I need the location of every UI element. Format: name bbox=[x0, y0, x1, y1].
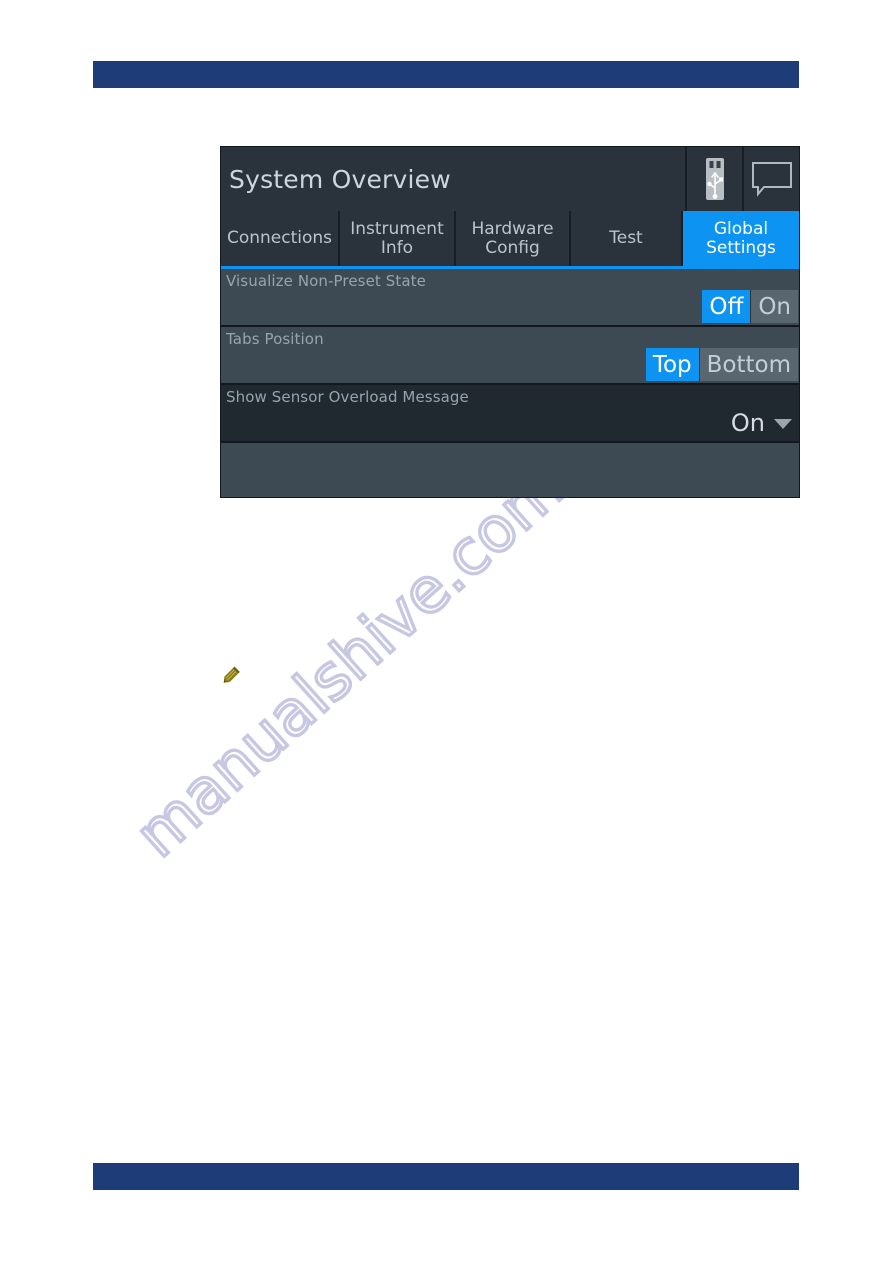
setting-row-empty bbox=[221, 443, 799, 497]
setting-row-tabs-position: Tabs Position Top Bottom bbox=[221, 327, 799, 385]
segment-bottom-label: Bottom bbox=[706, 351, 791, 378]
chevron-down-icon bbox=[774, 419, 792, 429]
setting-row-show-sensor-overload-message: Show Sensor Overload Message On bbox=[221, 385, 799, 443]
segmented-control-tabs-position: Top Bottom bbox=[645, 348, 798, 381]
usb-stick-icon bbox=[705, 158, 724, 200]
tab-instrument-info-label: Instrument Info bbox=[350, 219, 444, 258]
message-bubble-icon bbox=[751, 162, 792, 197]
dropdown-value: On bbox=[730, 408, 765, 437]
watermark-text: manualshive.com bbox=[121, 450, 577, 871]
dropdown-inner: On bbox=[731, 406, 798, 439]
tab-bar: Connections Instrument Info Hardware Con… bbox=[221, 211, 799, 269]
segment-bottom[interactable]: Bottom bbox=[698, 348, 798, 381]
panel-titlebar: System Overview bbox=[221, 147, 799, 211]
tab-test-label: Test bbox=[609, 228, 643, 249]
setting-label-visualize-non-preset-state: Visualize Non-Preset State bbox=[226, 272, 426, 290]
setting-label-show-sensor-overload-message: Show Sensor Overload Message bbox=[226, 388, 469, 406]
page-title: System Overview bbox=[229, 164, 451, 194]
segmented-control-visualize-non-preset-state: Off On bbox=[702, 290, 798, 323]
pencil-note-icon bbox=[223, 666, 240, 683]
tab-connections-label: Connections bbox=[226, 228, 333, 249]
page-header-bar bbox=[93, 61, 799, 88]
settings-list: Visualize Non-Preset State Off On Tabs P… bbox=[221, 269, 799, 497]
tab-hardware-config-label: Hardware Config bbox=[471, 219, 554, 258]
segment-on[interactable]: On bbox=[750, 290, 798, 323]
segment-top-label: Top bbox=[652, 351, 692, 378]
tab-instrument-info[interactable]: Instrument Info bbox=[340, 211, 456, 266]
setting-label-tabs-position: Tabs Position bbox=[226, 330, 324, 348]
watermark: manualshive.com bbox=[119, 440, 770, 960]
setting-row-visualize-non-preset-state: Visualize Non-Preset State Off On bbox=[221, 269, 799, 327]
tab-global-settings-label: Global Settings bbox=[706, 219, 776, 258]
tab-global-settings[interactable]: Global Settings bbox=[683, 211, 799, 266]
segment-top[interactable]: Top bbox=[645, 348, 699, 381]
usb-status-button[interactable] bbox=[685, 147, 742, 211]
segment-off[interactable]: Off bbox=[702, 290, 751, 323]
tab-hardware-config[interactable]: Hardware Config bbox=[456, 211, 571, 266]
tab-connections[interactable]: Connections bbox=[221, 211, 340, 266]
system-overview-panel: System Overview Connections Instrument I… bbox=[220, 146, 800, 498]
tab-test[interactable]: Test bbox=[571, 211, 683, 266]
note-marker bbox=[219, 663, 243, 687]
dropdown-show-sensor-overload-message[interactable]: On bbox=[731, 406, 798, 439]
page-footer-bar bbox=[93, 1163, 799, 1190]
segment-off-label: Off bbox=[709, 293, 744, 320]
messages-button[interactable] bbox=[742, 147, 799, 211]
segment-on-label: On bbox=[758, 293, 791, 320]
